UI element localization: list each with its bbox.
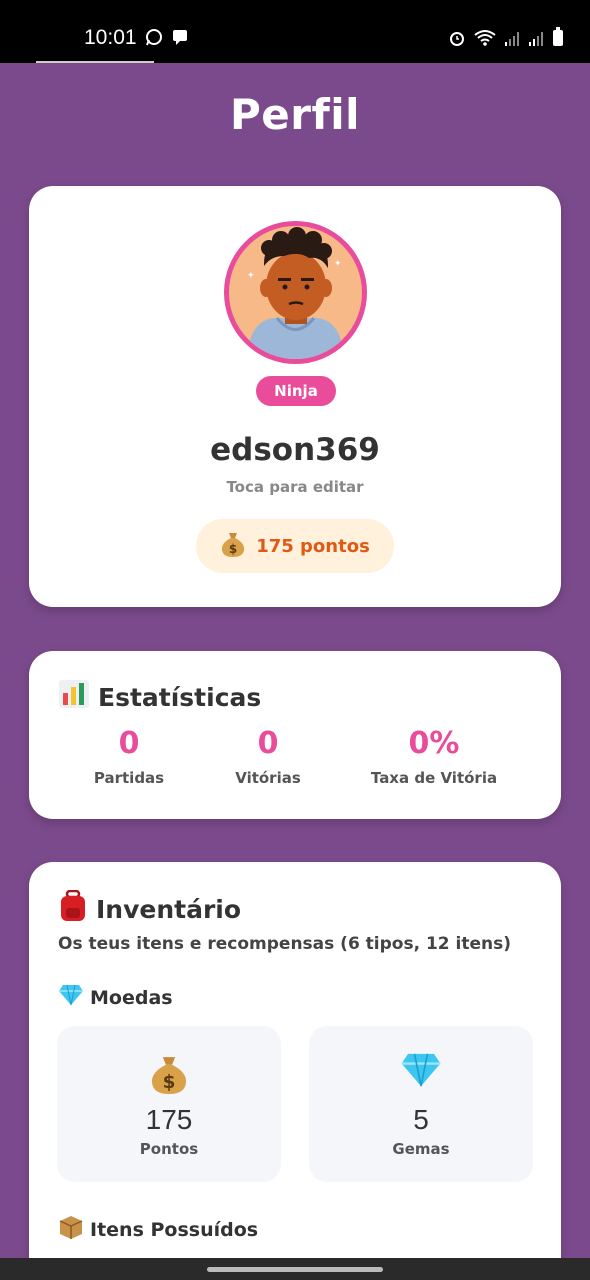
backpack-icon — [58, 889, 88, 928]
stat-matches: 0 Partidas — [49, 726, 209, 787]
alarm-icon — [448, 29, 466, 51]
svg-text:✦: ✦ — [334, 259, 342, 269]
whatsapp-icon — [145, 28, 163, 50]
svg-text:✦: ✦ — [247, 271, 255, 281]
stat-value: 0 — [257, 726, 279, 761]
stat-label: Vitórias — [235, 769, 301, 787]
wifi-icon — [474, 29, 496, 51]
message-icon — [171, 28, 189, 50]
page-title: Perfil — [229, 90, 361, 139]
currency-value: 5 — [413, 1104, 429, 1135]
inventory-card: Inventário Os teus itens e recompensas (… — [29, 862, 561, 1280]
inventory-subtitle: Os teus itens e recompensas (6 tipos, 12… — [58, 934, 512, 954]
bar-chart-icon — [58, 679, 90, 715]
gem-icon — [309, 1052, 533, 1096]
signal-icon — [528, 31, 544, 51]
svg-text:$: $ — [163, 1072, 176, 1093]
currency-points: $ 175 Pontos — [57, 1026, 281, 1182]
stat-value: 0% — [408, 726, 460, 761]
home-handle[interactable] — [207, 1267, 383, 1272]
currency-label: Gemas — [392, 1140, 450, 1158]
status-bar: 10:01 — [0, 0, 590, 63]
currencies-title: Moedas — [58, 984, 173, 1011]
inventory-title: Inventário — [58, 889, 241, 928]
battery-icon — [552, 27, 564, 51]
points-pill: $ 175 pontos — [196, 519, 394, 573]
rank-badge: Ninja — [256, 376, 336, 406]
stats-card: Estatísticas 0 Partidas 0 Vitórias 0% Ta… — [29, 651, 561, 819]
stat-win-rate: 0% Taxa de Vitória — [354, 726, 514, 787]
avatar[interactable]: ✦ ✦ — [224, 221, 367, 364]
currency-label: Pontos — [139, 1140, 199, 1158]
status-time: 10:01 — [84, 26, 137, 49]
stat-label: Taxa de Vitória — [370, 769, 498, 787]
username[interactable]: edson369 — [29, 432, 561, 468]
stats-title: Estatísticas — [58, 679, 261, 715]
navigation-bar — [0, 1258, 590, 1280]
stat-value: 0 — [118, 726, 140, 761]
signal-icon — [504, 31, 520, 51]
points-label: 175 pontos — [256, 535, 370, 557]
svg-text:$: $ — [229, 542, 237, 556]
stat-label: Partidas — [93, 769, 165, 787]
currency-gems: 5 Gemas — [309, 1026, 533, 1182]
currency-value: 175 — [145, 1104, 193, 1135]
package-icon — [58, 1214, 84, 1245]
items-title: Itens Possuídos — [58, 1214, 258, 1245]
money-bag-icon: $ — [57, 1052, 281, 1096]
edit-hint: Toca para editar — [226, 478, 364, 496]
profile-card: ✦ ✦ Ninja edson369 Toca para editar $ 17… — [29, 186, 561, 607]
gem-icon — [58, 984, 84, 1011]
stat-wins: 0 Vitórias — [188, 726, 348, 787]
money-bag-icon: $ — [220, 530, 246, 563]
